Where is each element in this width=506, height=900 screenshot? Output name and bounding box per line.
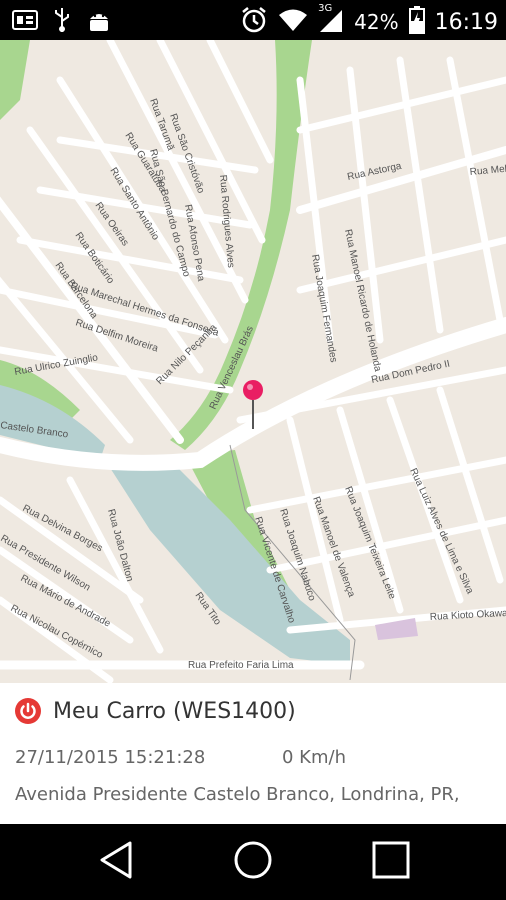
home-icon: [233, 840, 273, 884]
back-button[interactable]: [92, 838, 140, 886]
home-button[interactable]: [229, 838, 277, 886]
status-bar: 3G 42% 16:19: [0, 0, 506, 40]
sim-icon: [12, 8, 38, 36]
clock: 16:19: [434, 9, 498, 35]
battery-percent: 42%: [354, 10, 399, 34]
usb-icon: [52, 7, 72, 37]
map-canvas[interactable]: Rua Tarumã Rua São Cristóvão Rua Guaratu…: [0, 40, 506, 683]
recents-icon: [372, 841, 410, 883]
power-status-icon: [15, 698, 41, 724]
vehicle-address: Avenida Presidente Castelo Branco, Londr…: [15, 784, 460, 805]
last-update-datetime: 27/11/2015 15:21:28: [15, 747, 206, 768]
wifi-icon: [278, 7, 308, 37]
street-label: Rua Prefeito Faria Lima: [188, 660, 294, 671]
battery-charging-icon: [408, 6, 425, 38]
vehicle-speed: 0 Km/h: [282, 747, 346, 768]
park-area: [0, 40, 30, 120]
alarm-icon: [240, 6, 268, 38]
street-label: Rua Kioto Okawa: [430, 608, 506, 623]
street-label: Rua Mel: [469, 164, 506, 178]
vehicle-name: Meu Carro (WES1400): [53, 698, 296, 724]
recents-button[interactable]: [367, 838, 415, 886]
back-icon: [98, 840, 134, 884]
vehicle-info-panel[interactable]: Meu Carro (WES1400) 27/11/2015 15:21:28 …: [0, 683, 506, 824]
signal-icon: 3G: [318, 3, 344, 38]
android-icon: [86, 7, 112, 37]
network-type-label: 3G: [318, 3, 333, 14]
navigation-bar: [0, 824, 506, 900]
map-view[interactable]: Rua Tarumã Rua São Cristóvão Rua Guaratu…: [0, 40, 506, 683]
